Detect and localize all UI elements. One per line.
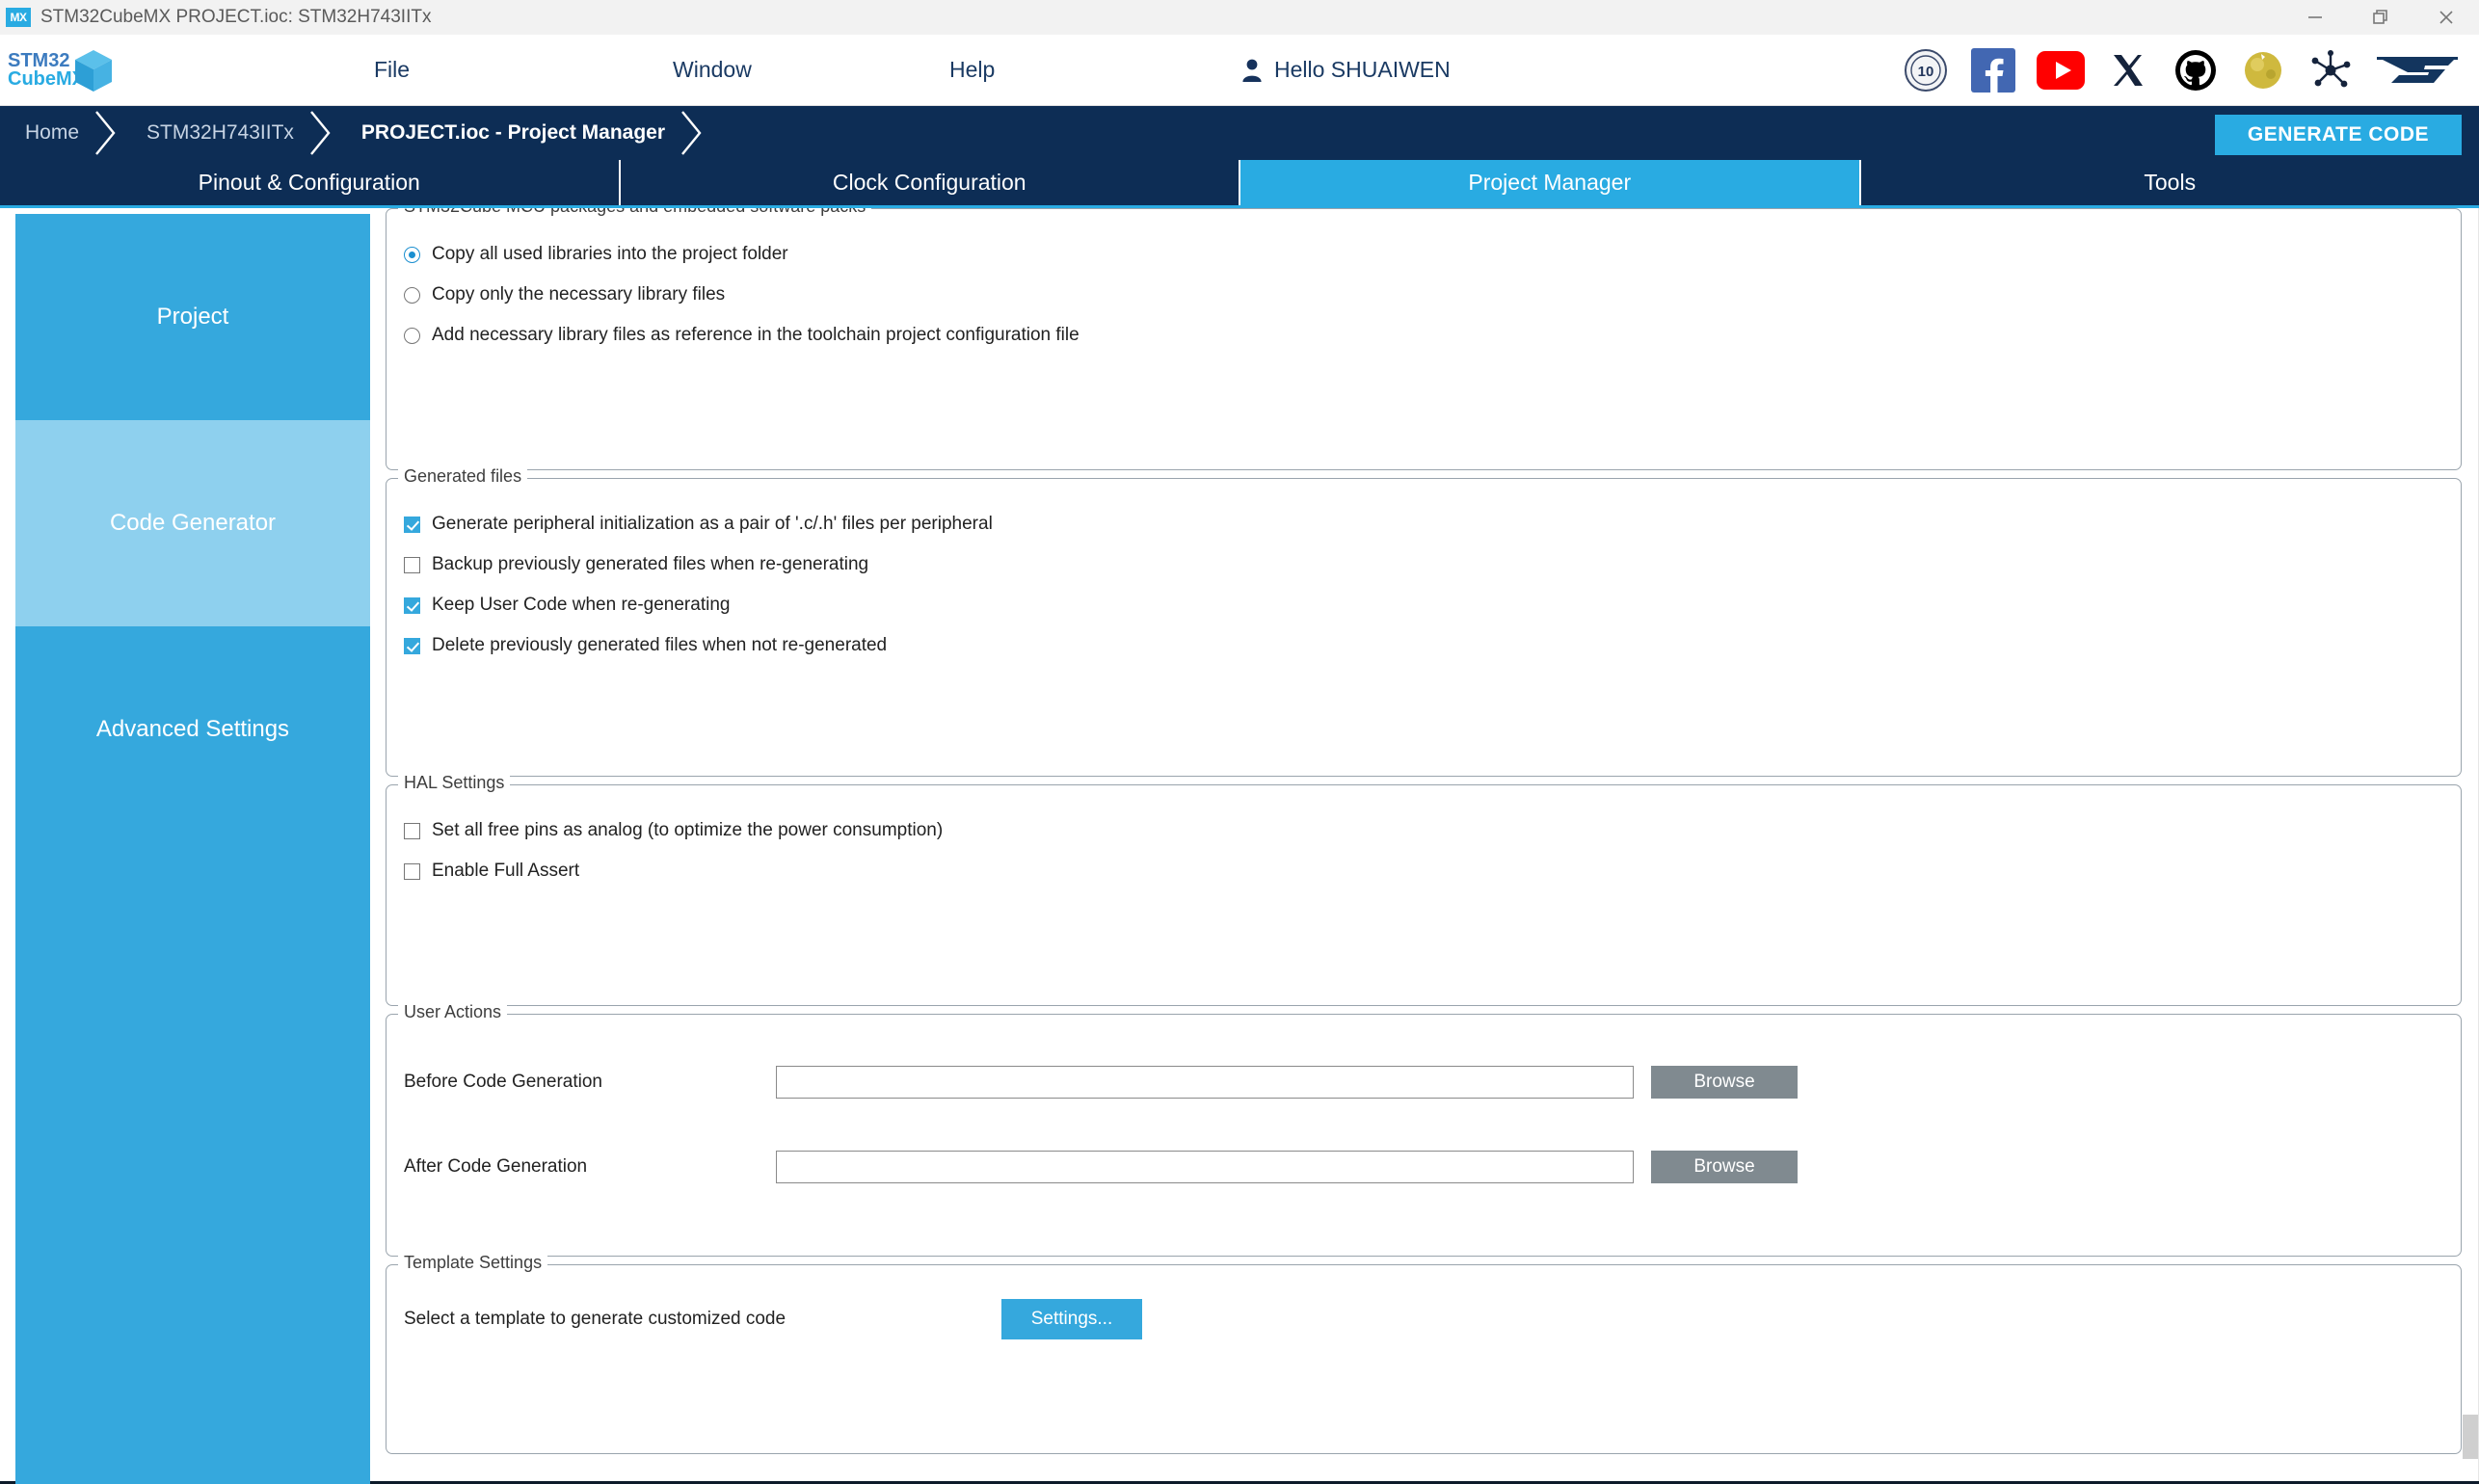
tab-pinout-configuration[interactable]: Pinout & Configuration	[0, 160, 621, 205]
group-user-actions-title: User Actions	[398, 1002, 508, 1022]
stm32cubemx-logo[interactable]: STM32 CubeMX	[0, 35, 116, 106]
main-tab-bar: Pinout & Configuration Clock Configurati…	[0, 160, 2479, 208]
radio-indicator-copy-all[interactable]	[404, 246, 420, 263]
menu-file[interactable]: File	[364, 57, 419, 83]
group-mcu-packages: STM32Cube MCU packages and embedded soft…	[386, 208, 2462, 470]
tab-clock-configuration[interactable]: Clock Configuration	[620, 160, 1240, 205]
sidebar-item-code-generator[interactable]: Code Generator	[15, 420, 370, 626]
checkbox-generate-peripheral-init[interactable]: Generate peripheral initialization as a …	[404, 504, 2443, 544]
app-icon: MX	[6, 8, 31, 27]
st-community-icon[interactable]	[2238, 45, 2288, 95]
row-before-code-generation: Before Code Generation Browse	[404, 1040, 2443, 1125]
checkbox-indicator-delete-previous[interactable]	[404, 637, 420, 654]
group-user-actions: User Actions Before Code Generation Brow…	[386, 1002, 2462, 1257]
main-menu-bar: STM32 CubeMX File Window Help Hello SHUA…	[0, 35, 2479, 106]
checkbox-indicator-full-assert[interactable]	[404, 862, 420, 880]
before-code-generation-input[interactable]	[776, 1066, 1634, 1099]
after-code-generation-input[interactable]	[776, 1151, 1634, 1183]
template-settings-description: Select a template to generate customized…	[404, 1309, 786, 1329]
sidebar-item-project[interactable]: Project	[15, 214, 370, 420]
close-icon[interactable]	[2413, 0, 2479, 35]
tab-project-manager[interactable]: Project Manager	[1240, 160, 1861, 205]
radio-copy-necessary-only[interactable]: Copy only the necessary library files	[404, 275, 2443, 315]
before-code-generation-label: Before Code Generation	[404, 1072, 602, 1092]
group-template-settings-title: Template Settings	[398, 1253, 548, 1273]
radio-add-as-reference-label: Add necessary library files as reference…	[432, 325, 1080, 345]
window-title-bar: MX STM32CubeMX PROJECT.ioc: STM32H743IIT…	[0, 0, 2479, 35]
sidebar-filler	[15, 833, 370, 1484]
sidebar-item-code-generator-label: Code Generator	[109, 510, 277, 536]
checkbox-enable-full-assert[interactable]: Enable Full Assert	[404, 851, 2443, 891]
st-logo-icon[interactable]	[2373, 45, 2462, 95]
checkbox-indicator-peripheral-init[interactable]	[404, 516, 420, 533]
radio-copy-necessary-only-label: Copy only the necessary library files	[432, 284, 726, 305]
group-generated-files-title: Generated files	[398, 466, 528, 487]
after-code-generation-label: After Code Generation	[404, 1156, 588, 1177]
sidebar-item-advanced-settings-label: Advanced Settings	[95, 716, 290, 742]
generate-code-button[interactable]: GENERATE CODE	[2214, 115, 2462, 155]
project-manager-sidebar: Project Code Generator Advanced Settings	[0, 208, 386, 1484]
github-icon[interactable]	[2171, 45, 2221, 95]
group-mcu-packages-title: STM32Cube MCU packages and embedded soft…	[398, 208, 872, 217]
row-after-code-generation: After Code Generation Browse	[404, 1125, 2443, 1209]
code-generator-panel: STM32Cube MCU packages and embedded soft…	[386, 208, 2479, 1481]
checkbox-backup-previous-files-label: Backup previously generated files when r…	[432, 554, 869, 574]
breadcrumb-item-mcu[interactable]: STM32H743IITx	[121, 106, 304, 160]
checkbox-keep-user-code[interactable]: Keep User Code when re-generating	[404, 585, 2443, 625]
checkbox-indicator-backup[interactable]	[404, 556, 420, 573]
breadcrumb-chevron-icon	[89, 106, 121, 160]
tab-tools[interactable]: Tools	[1860, 160, 2479, 205]
radio-indicator-copy-necessary[interactable]	[404, 286, 420, 304]
radio-copy-all-libraries-label: Copy all used libraries into the project…	[432, 244, 788, 264]
checkbox-keep-user-code-label: Keep User Code when re-generating	[432, 595, 731, 615]
sidebar-item-advanced-settings[interactable]: Advanced Settings	[15, 626, 370, 833]
checkbox-indicator-free-pins-analog[interactable]	[404, 822, 420, 839]
breadcrumb-item-home[interactable]: Home	[0, 106, 89, 160]
checkbox-generate-peripheral-init-label: Generate peripheral initialization as a …	[432, 514, 993, 534]
main-content: Project Code Generator Advanced Settings…	[0, 208, 2479, 1484]
x-twitter-icon[interactable]	[2103, 45, 2153, 95]
network-hub-icon[interactable]	[2306, 45, 2356, 95]
group-hal-settings-title: HAL Settings	[398, 773, 511, 793]
checkbox-set-free-pins-analog[interactable]: Set all free pins as analog (to optimize…	[404, 810, 2443, 851]
checkbox-enable-full-assert-label: Enable Full Assert	[432, 861, 580, 881]
group-hal-settings: HAL Settings Set all free pins as analog…	[386, 773, 2462, 1006]
breadcrumb-chevron-icon-3	[675, 106, 707, 160]
user-greeting-label: Hello SHUAIWEN	[1274, 57, 1451, 82]
checkbox-indicator-keep-user-code[interactable]	[404, 596, 420, 614]
before-code-generation-browse-button[interactable]: Browse	[1651, 1066, 1798, 1099]
breadcrumb: Home STM32H743IITx PROJECT.ioc - Project…	[0, 106, 2479, 160]
social-links: 10	[1901, 45, 2462, 95]
breadcrumb-item-project-manager[interactable]: PROJECT.ioc - Project Manager	[336, 106, 675, 160]
minimize-icon[interactable]	[2282, 0, 2348, 35]
radio-add-as-reference[interactable]: Add necessary library files as reference…	[404, 315, 2443, 356]
row-template-settings: Select a template to generate customized…	[404, 1290, 2443, 1348]
checkbox-delete-previous-files-label: Delete previously generated files when n…	[432, 635, 888, 655]
youtube-icon[interactable]	[2036, 45, 2086, 95]
window-title: STM32CubeMX PROJECT.ioc: STM32H743IITx	[40, 7, 432, 27]
scrollbar-thumb[interactable]	[2463, 1415, 2478, 1459]
checkbox-set-free-pins-analog-label: Set all free pins as analog (to optimize…	[432, 820, 944, 840]
vertical-scrollbar[interactable]	[2462, 208, 2479, 1481]
radio-copy-all-libraries[interactable]: Copy all used libraries into the project…	[404, 234, 2443, 275]
group-generated-files: Generated files Generate peripheral init…	[386, 466, 2462, 777]
radio-indicator-add-reference[interactable]	[404, 327, 420, 344]
template-settings-button[interactable]: Settings...	[1001, 1299, 1142, 1339]
after-code-generation-browse-button[interactable]: Browse	[1651, 1151, 1798, 1183]
window-controls	[2282, 0, 2479, 35]
checkbox-delete-previous-files[interactable]: Delete previously generated files when n…	[404, 625, 2443, 666]
group-template-settings: Template Settings Select a template to g…	[386, 1253, 2462, 1454]
menu-window[interactable]: Window	[663, 57, 761, 83]
restore-icon[interactable]	[2348, 0, 2413, 35]
ten-years-badge-icon[interactable]: 10	[1901, 45, 1951, 95]
breadcrumb-chevron-icon-2	[304, 106, 336, 160]
checkbox-backup-previous-files[interactable]: Backup previously generated files when r…	[404, 544, 2443, 585]
person-icon	[1241, 58, 1263, 83]
user-greeting[interactable]: Hello SHUAIWEN	[1241, 57, 1451, 83]
cube-icon	[73, 48, 114, 99]
sidebar-item-project-label: Project	[156, 304, 229, 330]
facebook-icon[interactable]	[1968, 45, 2018, 95]
svg-text:10: 10	[1918, 64, 1934, 80]
menu-help[interactable]: Help	[940, 57, 1004, 83]
